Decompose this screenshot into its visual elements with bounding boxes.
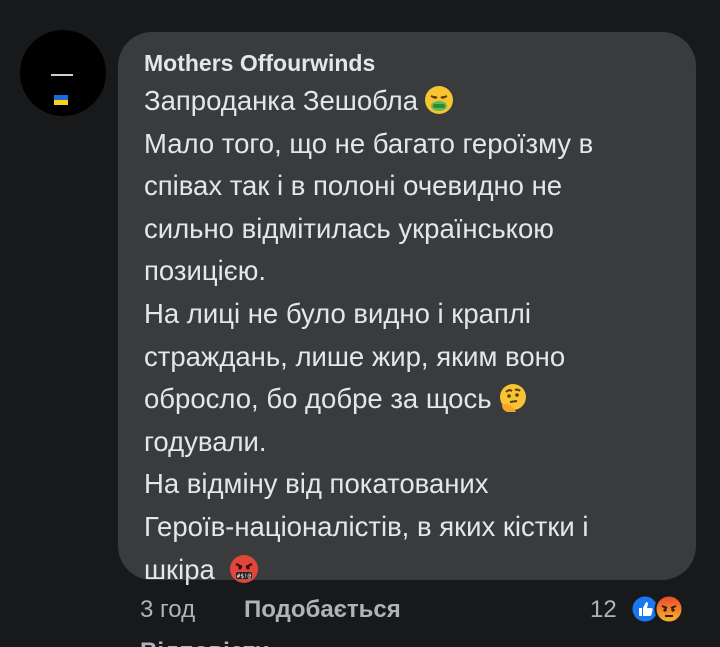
comment-line: Запроданка Зешобла <box>144 80 684 123</box>
comment-text: Запроданка Зешобла Мало того, що не бага… <box>144 80 684 591</box>
reply-button[interactable]: Відповісти <box>140 638 270 647</box>
comment-line: Мало того, що не багато героїзму в <box>144 127 594 159</box>
like-button[interactable]: Подобається <box>244 596 401 624</box>
thinking-face-emoji <box>498 383 528 413</box>
comment-line: страждань, лише жир, яким воно <box>144 340 566 372</box>
comment-line: співах так і в полоні очевидно не <box>144 170 563 202</box>
comment-line: сильно відмітилась українською <box>144 212 554 244</box>
comment-line: На лиці не було видно і краплі <box>144 297 531 329</box>
comment-footer: 3 год Подобається 12 Відповісти <box>0 590 720 647</box>
comment-line: шкіра #$!@ <box>144 549 684 592</box>
comment-line: На відміну від покатованих <box>144 468 489 500</box>
angry-reaction-icon <box>654 594 684 629</box>
nauseated-face-emoji <box>424 85 454 115</box>
comment-line: обросло, бо добре за щось <box>144 378 684 421</box>
comment-author[interactable]: Mothers Offourwinds <box>144 50 375 77</box>
comment-line: позицією. <box>144 255 267 287</box>
ukraine-flag-icon <box>54 95 68 105</box>
comment-bubble: Mothers Offourwinds Запроданка Зешобла М… <box>118 32 696 585</box>
svg-text:#$!@: #$!@ <box>237 573 252 580</box>
face-with-symbols-on-mouth-emoji: #$!@ <box>229 554 259 584</box>
comment-line: Героїв-націоналістів, в яких кістки і <box>144 510 589 542</box>
avatar-dash <box>51 74 73 76</box>
comment-line: годували. <box>144 425 267 457</box>
timestamp-link[interactable]: 3 год <box>140 596 195 624</box>
reaction-count: 12 <box>590 596 617 623</box>
